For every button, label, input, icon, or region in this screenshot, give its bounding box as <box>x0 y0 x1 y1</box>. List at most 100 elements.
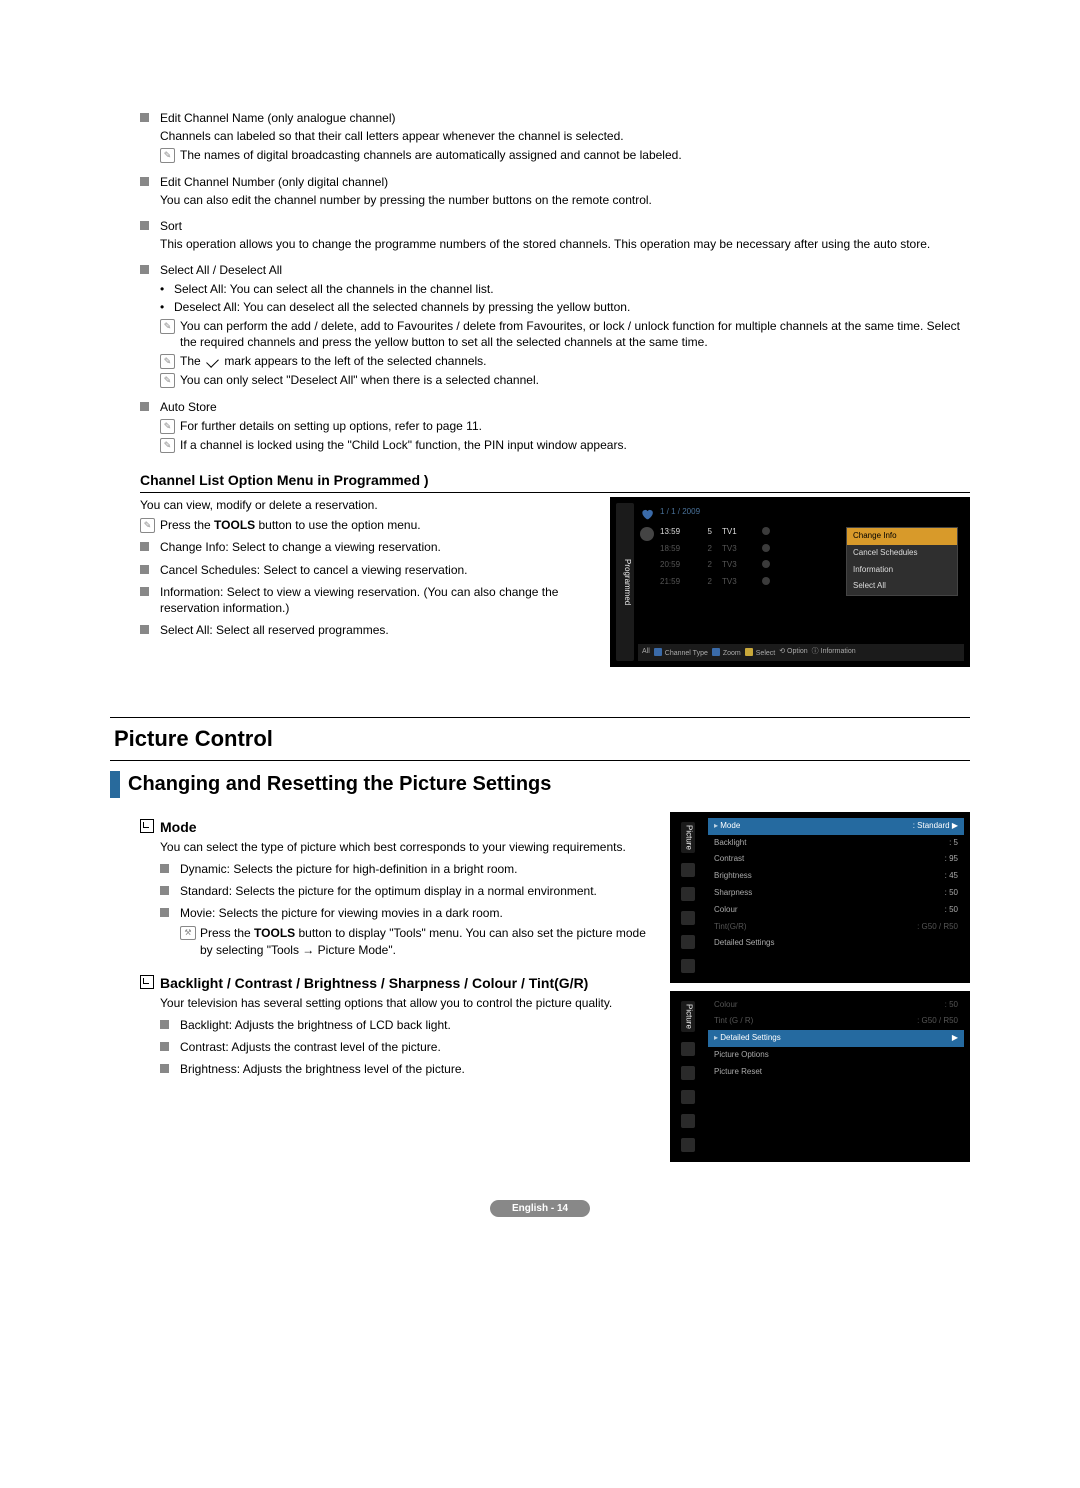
setting-icon <box>681 887 695 901</box>
setting-row: Contrast: 95 <box>708 851 964 868</box>
option-menu-item: Cancel Schedules: Select to cancel a vie… <box>140 562 590 578</box>
setting-icon <box>681 863 695 877</box>
setting-row: ▸ Detailed Settings ▶ <box>708 1030 964 1047</box>
clock-icon <box>640 527 654 541</box>
note: ✎If a channel is locked using the "Child… <box>160 437 970 453</box>
item-title: Select All / Deselect All <box>160 262 970 278</box>
note-icon: ✎ <box>160 419 175 434</box>
changing-resetting-heading: Changing and Resetting the Picture Setti… <box>110 771 970 798</box>
picture-tab: Picture <box>681 1001 696 1032</box>
note: ✎The mark appears to the left of the sel… <box>160 353 970 369</box>
setting-icon <box>681 1138 695 1152</box>
context-menu-item: Cancel Schedules <box>847 545 957 562</box>
programmed-screenshot: Programmed 1 / 1 / 2009 13:595TV118:592T… <box>610 497 970 667</box>
setting-icon <box>681 935 695 949</box>
channel-op-item: Edit Channel Number (only digital channe… <box>140 174 970 208</box>
note: ✎You can only select "Deselect All" when… <box>160 372 970 388</box>
adjustments-intro: Your television has several setting opti… <box>160 995 650 1011</box>
context-menu-item: Information <box>847 562 957 579</box>
note-post: button to use the option menu. <box>255 518 420 532</box>
adjust-item: Brightness: Adjusts the brightness level… <box>160 1061 650 1077</box>
sub-bullet: •Select All: You can select all the chan… <box>160 281 970 297</box>
setting-icon <box>681 911 695 925</box>
adjustments-heading: Backlight / Contrast / Brightness / Shar… <box>140 974 650 993</box>
section2-intro: You can view, modify or delete a reserva… <box>140 497 590 513</box>
note: ✎You can perform the add / delete, add t… <box>160 318 970 350</box>
setting-row: Colour: 50 <box>708 997 964 1014</box>
tools-icon: ⚒ <box>180 926 196 940</box>
mode-item: Standard: Selects the picture for the op… <box>160 883 650 899</box>
channel-op-item: Auto Store ✎For further details on settin… <box>140 399 970 454</box>
item-desc: This operation allows you to change the … <box>160 236 970 252</box>
note-icon: ✎ <box>140 518 155 533</box>
legend-information: Information <box>821 648 856 655</box>
note-icon: ✎ <box>160 373 175 388</box>
legend-channel-type: Channel Type <box>665 650 708 657</box>
channel-op-item: Edit Channel Name (only analogue channel… <box>140 110 970 164</box>
mode-item: Dynamic: Selects the picture for high-de… <box>160 861 650 877</box>
channel-operations-list: Edit Channel Name (only analogue channel… <box>110 110 970 453</box>
schedule-date: 1 / 1 / 2009 <box>638 503 964 524</box>
press-tools-note: ✎ Press the TOOLS button to use the opti… <box>140 517 590 533</box>
setting-icon <box>681 1114 695 1128</box>
mode-item: Movie: Selects the picture for viewing m… <box>160 905 650 921</box>
note-icon: ✎ <box>160 438 175 453</box>
option-menu-item: Change Info: Select to change a viewing … <box>140 539 590 555</box>
adjust-item: Backlight: Adjusts the brightness of LCD… <box>160 1017 650 1033</box>
picture-settings-screenshot-2: Picture Colour: 50Tint (G / R): G50 / R5… <box>670 991 970 1162</box>
note-icon: ✎ <box>160 354 175 369</box>
channel-list-option-heading: Channel List Option Menu in Programmed ) <box>140 471 970 493</box>
setting-icon <box>681 1066 695 1080</box>
heart-icon <box>640 507 654 521</box>
tools-picture-mode-note: ⚒ Press the TOOLS button to display "Too… <box>180 925 650 957</box>
item-title: Auto Store <box>160 399 970 415</box>
setting-row: Detailed Settings <box>708 935 964 952</box>
note: ✎For further details on setting up optio… <box>160 418 970 434</box>
legend-option: Option <box>787 648 808 655</box>
legend-all: All <box>642 648 650 655</box>
adjust-item: Contrast: Adjusts the contrast level of … <box>160 1039 650 1055</box>
page-footer: English - 14 <box>490 1200 590 1218</box>
setting-row: Tint(G/R): G50 / R50 <box>708 919 964 936</box>
note-icon: ✎ <box>160 319 175 334</box>
setting-row: Picture Reset <box>708 1064 964 1081</box>
picture-control-heading: Picture Control <box>110 717 970 761</box>
item-title: Sort <box>160 218 970 234</box>
item-title: Edit Channel Name (only analogue channel… <box>160 110 970 126</box>
note-pre: Press the <box>160 518 214 532</box>
setting-icon <box>681 1090 695 1104</box>
setting-row: Brightness: 45 <box>708 868 964 885</box>
picture-settings-screenshot-1: Picture ▸ Mode: Standard ▶Backlight: 5Co… <box>670 812 970 983</box>
note-icon: ✎ <box>160 148 175 163</box>
setting-row: Colour: 50 <box>708 902 964 919</box>
setting-row: Sharpness: 50 <box>708 885 964 902</box>
option-menu-item: Select All: Select all reserved programm… <box>140 622 590 638</box>
legend-zoom: Zoom <box>723 650 741 657</box>
item-title: Edit Channel Number (only digital channe… <box>160 174 970 190</box>
sub-bullet: •Deselect All: You can deselect all the … <box>160 299 970 315</box>
setting-row: Backlight: 5 <box>708 835 964 852</box>
toolnote-bold: TOOLS <box>254 926 295 940</box>
picture-tab: Picture <box>681 822 696 853</box>
channel-op-item: Sort This operation allows you to change … <box>140 218 970 252</box>
context-menu-item: Select All <box>847 578 957 595</box>
setting-row: ▸ Mode: Standard ▶ <box>708 818 964 835</box>
mode-heading: Mode <box>140 818 650 837</box>
item-desc: You can also edit the channel number by … <box>160 192 970 208</box>
item-desc: Channels can labeled so that their call … <box>160 128 970 144</box>
tv-legend: All Channel Type Zoom Select ⟲ Option ⓘ … <box>638 644 964 661</box>
channel-op-item: Select All / Deselect All •Select All: Yo… <box>140 262 970 388</box>
setting-row: Tint (G / R): G50 / R50 <box>708 1013 964 1030</box>
setting-icon <box>681 959 695 973</box>
option-menu-item: Information: Select to view a viewing re… <box>140 584 590 616</box>
note: ✎The names of digital broadcasting chann… <box>160 147 970 163</box>
setting-row: Picture Options <box>708 1047 964 1064</box>
toolnote-pre: Press the <box>200 926 254 940</box>
setting-icon <box>681 1042 695 1056</box>
legend-select: Select <box>756 650 775 657</box>
programmed-tab: Programmed <box>616 503 634 661</box>
context-menu: Change InfoCancel SchedulesInformationSe… <box>846 527 958 596</box>
context-menu-item: Change Info <box>847 528 957 545</box>
mode-intro: You can select the type of picture which… <box>160 839 650 855</box>
note-bold: TOOLS <box>214 518 255 532</box>
